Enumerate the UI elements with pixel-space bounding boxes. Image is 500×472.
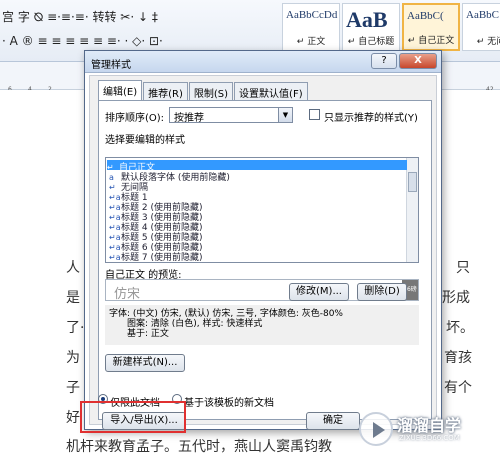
quick-style-name: ↵ 无间 [476, 37, 500, 47]
ok-button[interactable]: 确定 [306, 412, 360, 430]
new-style-button[interactable]: 新建样式(N)... [105, 354, 185, 372]
doc-line: 机杆来教育孟子。五代时，燕山人窦禹钧教 [66, 439, 332, 455]
style-list-item[interactable]: ↵a标题 4 (使用前隐藏) [109, 220, 202, 233]
dialog-tabs: 编辑(E) 推荐(R) 限制(S) 设置默认值(F) [98, 80, 309, 100]
help-button[interactable]: ? [371, 53, 397, 69]
watermark: 溜溜自学 ZIXUE.3D66.COM [355, 408, 500, 472]
scrollbar-thumb[interactable] [408, 172, 417, 192]
style-list-item[interactable]: ↵a标题 5 (使用前隐藏) [109, 230, 202, 243]
new-documents-template-label: 基于该模板的新文档 [184, 398, 274, 409]
doc-line: 为 [66, 350, 80, 366]
doc-line-right: 有个 [444, 380, 472, 396]
quick-style-preview: AaBbC [466, 9, 499, 21]
manage-styles-dialog: 管理样式 ? X 编辑(E) 推荐(R) 限制(S) 设置默认值(F) 排序顺序… [84, 50, 442, 430]
quick-style-name: ↵ 自己标题 [347, 37, 395, 47]
dialog-title: 管理样式 [91, 60, 131, 71]
preview-text: 仿宋 [114, 287, 141, 302]
style-list-item[interactable]: ↵ 自己正文 [107, 160, 407, 173]
styles-list-scrollbar[interactable] [406, 158, 418, 262]
choose-style-label: 选择要编辑的样式 [105, 135, 185, 146]
highlight-box [80, 401, 186, 433]
tab-restrict[interactable]: 限制(S) [188, 82, 234, 100]
doc-line-right: 育孩 [444, 350, 472, 366]
ribbon-paragraph-tools[interactable]: · A ® ≡ ≡ ≡ ≡ ≡ ≡· · ◇· ⊡· [2, 34, 163, 48]
doc-line-right: 坏。 [446, 320, 474, 336]
doc-line-right: 形成 [442, 290, 470, 306]
doc-line-right: 只 [456, 260, 470, 276]
style-list-item[interactable]: ↵a标题 2 (使用前隐藏) [109, 200, 202, 213]
quick-style-name: ↵ 正文 [296, 37, 326, 47]
description-line: 字体: (中文) 仿宋, (默认) 仿宋, 三号, 字体颜色: 灰色-80% [109, 309, 343, 319]
quick-style-3[interactable]: AaBbC ↵ 无间 [462, 3, 500, 51]
close-button[interactable]: X [399, 53, 437, 69]
doc-line: 人 [66, 260, 80, 276]
doc-line: 是 [66, 290, 80, 306]
sort-order-value: 按推荐 [174, 113, 204, 124]
style-list-item[interactable]: ↵a标题 6 (使用前隐藏) [109, 240, 202, 253]
only-recommended-label: 只显示推荐的样式(Y) [324, 113, 418, 124]
description-line: 基于: 正文 [127, 329, 169, 339]
style-list-item[interactable]: ↵a标题 1 [109, 190, 148, 203]
tab-recommend[interactable]: 推荐(R) [143, 82, 188, 100]
style-list-item[interactable]: a 默认段落字体 (使用前隐藏) [109, 170, 230, 183]
sort-order-select[interactable]: 按推荐 ▼ [169, 107, 293, 124]
chevron-down-icon[interactable]: ▼ [278, 108, 292, 122]
style-list-item[interactable]: ↵ 无间隔 [109, 180, 148, 193]
paragraph-style-icon: ↵a [109, 253, 121, 262]
style-list-item[interactable]: ↵a标题 3 (使用前隐藏) [109, 210, 202, 223]
doc-line: 了· [66, 320, 85, 336]
quick-style-1[interactable]: AaB ↵ 自己标题 [342, 3, 400, 51]
style-list-item[interactable]: ↵a标题 7 (使用前隐藏) [109, 250, 203, 263]
style-description: 字体: (中文) 仿宋, (默认) 仿宋, 三号, 字体颜色: 灰色-80% 图… [105, 305, 419, 345]
delete-button[interactable]: 删除(D) [357, 283, 407, 301]
quick-style-preview: AaBbCcDd [286, 9, 338, 21]
play-icon [359, 412, 393, 446]
dialog-body: 编辑(E) 推荐(R) 限制(S) 设置默认值(F) 排序顺序(O): 按推荐 … [89, 75, 437, 430]
only-recommended-checkbox[interactable] [309, 109, 320, 120]
sort-order-label: 排序顺序(O): [105, 113, 165, 124]
quick-style-2[interactable]: AaBbC( ↵ 自己正文 [402, 3, 460, 51]
style-list-item-label: 标题 7 (使用前隐藏) [121, 253, 203, 263]
doc-line: 子 [66, 380, 80, 396]
tab-edit[interactable]: 编辑(E) [98, 80, 143, 100]
quick-style-preview: AaBbC( [407, 10, 444, 22]
quick-styles-gallery: AaBbCcDd ↵ 正文 AaB ↵ 自己标题 AaBbC( ↵ 自己正文 AaBbC ↵ … [282, 3, 500, 51]
quick-style-preview: AaB [346, 7, 388, 32]
tab-set-defaults[interactable]: 设置默认值(F) [234, 82, 308, 100]
doc-line: 好 [66, 410, 80, 426]
quick-style-name: ↵ 自己正文 [407, 36, 455, 46]
watermark-url: ZIXUE.3D66.COM [399, 434, 460, 442]
styles-list[interactable]: ↵ 自己正文 a 默认段落字体 (使用前隐藏) ↵ 无间隔 ↵a标题 1 ↵a标题 2 (使用… [105, 157, 419, 263]
watermark-brand: 溜溜自学 [397, 416, 462, 435]
dialog-titlebar[interactable]: 管理样式 ? X [85, 51, 441, 73]
modify-button[interactable]: 修改(M)... [289, 283, 349, 301]
description-line: 图案: 清除 (白色), 样式: 快速样式 [127, 319, 263, 329]
quick-style-0[interactable]: AaBbCcDd ↵ 正文 [282, 3, 340, 51]
ribbon-font-tools[interactable]: 宫 字 ⦰ ≡·≡·≡· 转转 ✂· ↓ ‡ [2, 8, 158, 25]
edit-tab-panel: 排序顺序(O): 按推荐 ▼ 只显示推荐的样式(Y) 选择要编辑的样式 ↵ 自己正… [98, 100, 432, 420]
